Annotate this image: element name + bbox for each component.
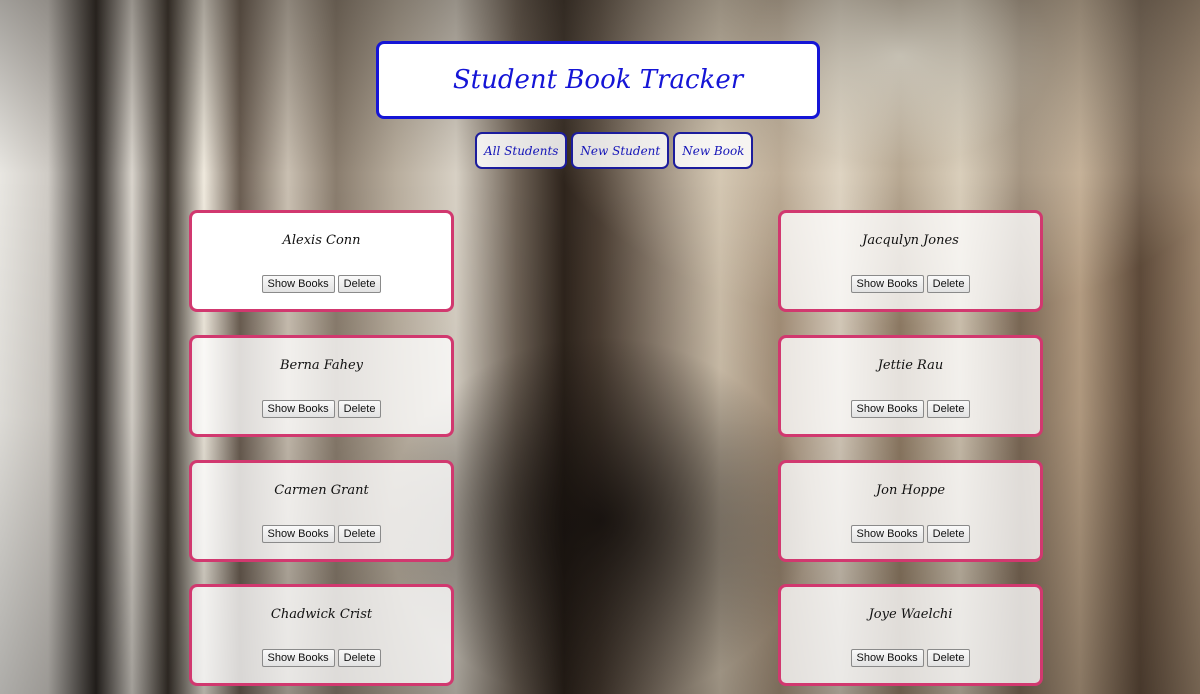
show-books-button[interactable]: Show Books [261,525,335,543]
student-card: Joye Waelchi Show Books Delete [778,584,1043,686]
delete-button[interactable]: Delete [926,275,971,293]
show-books-button[interactable]: Show Books [850,649,924,667]
student-card: Chadwick Crist Show Books Delete [189,584,454,686]
delete-button[interactable]: Delete [337,400,382,418]
delete-button[interactable]: Delete [337,275,382,293]
delete-button[interactable]: Delete [926,525,971,543]
student-name: Jacqulyn Jones [862,233,959,248]
student-name: Chadwick Crist [270,607,373,622]
show-books-button[interactable]: Show Books [850,525,924,543]
page-title: Student Book Tracker [452,65,744,95]
show-books-button[interactable]: Show Books [850,275,924,293]
app-header: Student Book Tracker [376,41,820,119]
show-books-button[interactable]: Show Books [261,275,335,293]
delete-button[interactable]: Delete [337,525,382,543]
student-card: Alexis Conn Show Books Delete [189,210,454,312]
show-books-button[interactable]: Show Books [261,649,335,667]
all-students-button[interactable]: All Students [475,132,568,169]
delete-button[interactable]: Delete [337,649,382,667]
student-card: Jon Hoppe Show Books Delete [778,460,1043,562]
delete-button[interactable]: Delete [926,400,971,418]
student-name: Jon Hoppe [875,483,946,498]
student-name: Jettie Rau [877,358,944,373]
student-card: Carmen Grant Show Books Delete [189,460,454,562]
main-nav: All Students New Student New Book [475,132,754,169]
student-name: Berna Fahey [279,358,363,373]
student-name: Joye Waelchi [868,607,953,622]
student-card: Jacqulyn Jones Show Books Delete [778,210,1043,312]
new-book-button[interactable]: New Book [673,132,754,169]
student-card: Berna Fahey Show Books Delete [189,335,454,437]
student-name: Carmen Grant [274,483,369,498]
show-books-button[interactable]: Show Books [850,400,924,418]
student-card: Jettie Rau Show Books Delete [778,335,1043,437]
delete-button[interactable]: Delete [926,649,971,667]
new-student-button[interactable]: New Student [571,132,670,169]
student-name: Alexis Conn [282,233,361,248]
show-books-button[interactable]: Show Books [261,400,335,418]
